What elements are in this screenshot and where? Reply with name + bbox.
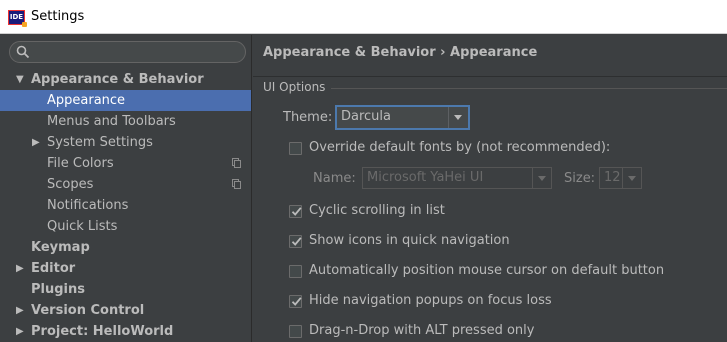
search-icon — [16, 45, 30, 59]
sidebar-item-editor[interactable]: ▶ Editor — [0, 258, 251, 279]
chevron-down-icon[interactable] — [622, 168, 641, 188]
sidebar-item-label: Version Control — [31, 303, 145, 318]
project-copy-icon — [232, 158, 241, 168]
checkmark-icon — [291, 207, 302, 216]
sidebar-item-label: Project: HelloWorld — [31, 324, 174, 339]
sidebar-item-project-helloworld[interactable]: ▶ Project: HelloWorld — [0, 321, 251, 342]
cyclic-scrolling-in-list-label: Cyclic scrolling in list — [309, 203, 445, 218]
automatically-position-mouse-cursor-on-default-button-checkbox[interactable] — [289, 265, 302, 278]
show-icons-in-quick-navigation-label: Show icons in quick navigation — [309, 233, 510, 248]
settings-sidebar: ▼ Appearance & Behavior Appearance Menus an… — [0, 35, 252, 342]
theme-label: Theme: — [283, 110, 333, 125]
expand-arrow-right-icon[interactable]: ▶ — [32, 132, 42, 153]
sidebar-item-quick-lists[interactable]: Quick Lists — [0, 216, 251, 237]
checkmark-icon — [291, 297, 302, 306]
sidebar-item-label: Notifications — [47, 198, 129, 213]
title-bar: IDE Settings — [0, 0, 727, 34]
expand-arrow-right-icon[interactable]: ▶ — [16, 300, 26, 321]
expand-arrow-right-icon[interactable]: ▶ — [16, 321, 26, 342]
font-name-value: Microsoft YaHei UI — [367, 170, 484, 185]
drag-n-drop-with-alt-pressed-only-checkbox[interactable] — [289, 325, 302, 338]
sidebar-item-version-control[interactable]: ▶ Version Control — [0, 300, 251, 321]
checkmark-icon — [291, 237, 302, 246]
sidebar-item-label: Menus and Toolbars — [47, 114, 176, 129]
show-icons-in-quick-navigation-checkbox[interactable] — [289, 235, 302, 248]
header-divider — [253, 76, 727, 77]
sidebar-item-label: System Settings — [47, 135, 153, 150]
hide-navigation-popups-on-focus-loss-label: Hide navigation popups on focus loss — [309, 293, 552, 308]
sidebar-item-label: Appearance & Behavior — [31, 72, 204, 87]
chevron-down-icon[interactable] — [448, 107, 468, 128]
section-divider — [331, 88, 727, 89]
section-title-ui-options: UI Options — [263, 80, 326, 94]
sidebar-item-file-colors[interactable]: File Colors — [0, 153, 251, 174]
cyclic-scrolling-in-list-checkbox[interactable] — [289, 205, 302, 218]
font-name-label: Name: — [313, 171, 356, 186]
settings-tree: ▼ Appearance & Behavior Appearance Menus an… — [0, 69, 251, 342]
sidebar-item-label: Keymap — [31, 240, 90, 255]
sidebar-item-appearance[interactable]: Appearance — [0, 90, 251, 111]
override-fonts-label: Override default fonts by (not recommend… — [309, 140, 611, 155]
sidebar-item-scopes[interactable]: Scopes — [0, 174, 251, 195]
sidebar-item-menus-and-toolbars[interactable]: Menus and Toolbars — [0, 111, 251, 132]
sidebar-item-appearance-behavior[interactable]: ▼ Appearance & Behavior — [0, 69, 251, 90]
breadcrumb: Appearance & Behavior › Appearance — [263, 45, 538, 60]
sidebar-item-label: Editor — [31, 261, 76, 276]
theme-dropdown-value: Darcula — [341, 109, 392, 124]
sidebar-item-label: Plugins — [31, 282, 85, 297]
automatically-position-mouse-cursor-on-default-button-label: Automatically position mouse cursor on d… — [309, 263, 665, 278]
expand-arrow-right-icon[interactable]: ▶ — [16, 258, 26, 279]
theme-dropdown[interactable]: Darcula — [335, 105, 470, 130]
sidebar-item-plugins[interactable]: Plugins — [0, 279, 251, 300]
settings-content-panel: Appearance & Behavior › Appearance UI Op… — [253, 35, 727, 342]
sidebar-item-notifications[interactable]: Notifications — [0, 195, 251, 216]
sidebar-item-system-settings[interactable]: ▶ System Settings — [0, 132, 251, 153]
sidebar-item-label: Scopes — [47, 177, 94, 192]
font-size-value: 12 — [604, 170, 621, 185]
sidebar-item-keymap[interactable]: Keymap — [0, 237, 251, 258]
drag-n-drop-with-alt-pressed-only-label: Drag-n-Drop with ALT pressed only — [309, 323, 535, 338]
chevron-down-icon[interactable] — [532, 168, 551, 188]
expand-arrow-down-icon[interactable]: ▼ — [16, 69, 26, 90]
project-copy-icon — [232, 179, 241, 189]
font-name-dropdown[interactable]: Microsoft YaHei UI — [362, 167, 552, 189]
hide-navigation-popups-on-focus-loss-checkbox[interactable] — [289, 295, 302, 308]
sidebar-item-label: File Colors — [47, 156, 114, 171]
settings-search-input[interactable] — [9, 41, 246, 63]
override-fonts-checkbox[interactable] — [289, 142, 302, 155]
font-size-label: Size: — [564, 171, 596, 186]
window-title: Settings — [31, 9, 85, 24]
font-size-dropdown[interactable]: 12 — [599, 167, 642, 189]
sidebar-item-label: Appearance — [47, 93, 126, 108]
sidebar-item-label: Quick Lists — [47, 219, 118, 234]
app-logo-icon: IDE — [8, 10, 27, 27]
